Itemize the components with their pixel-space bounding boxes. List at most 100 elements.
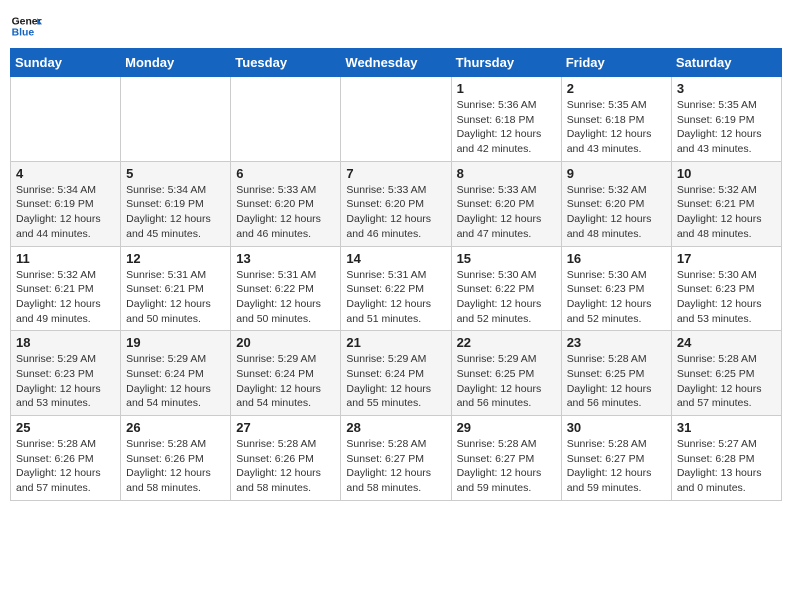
calendar-week-1: 1Sunrise: 5:36 AM Sunset: 6:18 PM Daylig… [11,77,782,162]
calendar-cell: 4 Sunrise: 5:34 AM Sunset: 6:19 PM Daylig… [11,161,121,246]
calendar-cell: 20 Sunrise: 5:29 AM Sunset: 6:24 PM Dayli… [231,331,341,416]
calendar-cell: 22 Sunrise: 5:29 AM Sunset: 6:25 PM Dayli… [451,331,561,416]
day-info: Sunrise: 5:29 AM Sunset: 6:23 PM Dayligh… [16,352,115,411]
calendar-cell: 15 Sunrise: 5:30 AM Sunset: 6:22 PM Dayli… [451,246,561,331]
day-number: 11 [16,251,115,266]
day-number: 17 [677,251,776,266]
day-info: Sunrise: 5:30 AM Sunset: 6:23 PM Dayligh… [677,268,776,327]
day-info: Sunrise: 5:32 AM Sunset: 6:20 PM Dayligh… [567,183,666,242]
weekday-header-saturday: Saturday [671,49,781,77]
page-header: General Blue [10,10,782,42]
day-info: Sunrise: 5:35 AM Sunset: 6:19 PM Dayligh… [677,98,776,157]
day-number: 7 [346,166,445,181]
calendar-cell: 13 Sunrise: 5:31 AM Sunset: 6:22 PM Dayli… [231,246,341,331]
calendar-cell: 14Sunrise: 5:31 AM Sunset: 6:22 PM Dayli… [341,246,451,331]
day-number: 30 [567,420,666,435]
weekday-header-wednesday: Wednesday [341,49,451,77]
weekday-header-thursday: Thursday [451,49,561,77]
logo: General Blue [10,10,42,42]
calendar-cell: 3 Sunrise: 5:35 AM Sunset: 6:19 PM Daylig… [671,77,781,162]
calendar-week-4: 18Sunrise: 5:29 AM Sunset: 6:23 PM Dayli… [11,331,782,416]
svg-text:Blue: Blue [12,28,35,39]
calendar-cell [11,77,121,162]
calendar-cell [341,77,451,162]
calendar-cell: 7 Sunrise: 5:33 AM Sunset: 6:20 PM Daylig… [341,161,451,246]
day-number: 4 [16,166,115,181]
day-info: Sunrise: 5:28 AM Sunset: 6:25 PM Dayligh… [677,352,776,411]
day-info: Sunrise: 5:29 AM Sunset: 6:25 PM Dayligh… [457,352,556,411]
day-number: 15 [457,251,556,266]
calendar-week-5: 25 Sunrise: 5:28 AM Sunset: 6:26 PM Dayli… [11,416,782,501]
day-info: Sunrise: 5:34 AM Sunset: 6:19 PM Dayligh… [16,183,115,242]
day-info: Sunrise: 5:30 AM Sunset: 6:23 PM Dayligh… [567,268,666,327]
day-number: 31 [677,420,776,435]
weekday-header-tuesday: Tuesday [231,49,341,77]
calendar-cell: 28 Sunrise: 5:28 AM Sunset: 6:27 PM Dayli… [341,416,451,501]
calendar-cell: 5Sunrise: 5:34 AM Sunset: 6:19 PM Daylig… [121,161,231,246]
day-number: 27 [236,420,335,435]
day-info: Sunrise: 5:30 AM Sunset: 6:22 PM Dayligh… [457,268,556,327]
calendar-cell: 23 Sunrise: 5:28 AM Sunset: 6:25 PM Dayli… [561,331,671,416]
day-info: Sunrise: 5:33 AM Sunset: 6:20 PM Dayligh… [236,183,335,242]
day-info: Sunrise: 5:28 AM Sunset: 6:26 PM Dayligh… [16,437,115,496]
day-info: Sunrise: 5:32 AM Sunset: 6:21 PM Dayligh… [677,183,776,242]
day-number: 10 [677,166,776,181]
day-number: 23 [567,335,666,350]
day-number: 1 [457,81,556,96]
day-info: Sunrise: 5:27 AM Sunset: 6:28 PM Dayligh… [677,437,776,496]
weekday-header-friday: Friday [561,49,671,77]
calendar-cell: 18Sunrise: 5:29 AM Sunset: 6:23 PM Dayli… [11,331,121,416]
calendar-cell [231,77,341,162]
calendar-cell: 6 Sunrise: 5:33 AM Sunset: 6:20 PM Daylig… [231,161,341,246]
calendar-cell: 16 Sunrise: 5:30 AM Sunset: 6:23 PM Dayli… [561,246,671,331]
calendar-cell [121,77,231,162]
day-number: 3 [677,81,776,96]
day-info: Sunrise: 5:29 AM Sunset: 6:24 PM Dayligh… [236,352,335,411]
day-info: Sunrise: 5:28 AM Sunset: 6:27 PM Dayligh… [346,437,445,496]
day-number: 28 [346,420,445,435]
calendar-cell: 27 Sunrise: 5:28 AM Sunset: 6:26 PM Dayli… [231,416,341,501]
day-info: Sunrise: 5:31 AM Sunset: 6:22 PM Dayligh… [236,268,335,327]
day-info: Sunrise: 5:28 AM Sunset: 6:27 PM Dayligh… [457,437,556,496]
day-number: 24 [677,335,776,350]
day-number: 16 [567,251,666,266]
day-number: 14 [346,251,445,266]
day-number: 26 [126,420,225,435]
calendar-table: SundayMondayTuesdayWednesdayThursdayFrid… [10,48,782,501]
day-info: Sunrise: 5:32 AM Sunset: 6:21 PM Dayligh… [16,268,115,327]
calendar-cell: 9 Sunrise: 5:32 AM Sunset: 6:20 PM Daylig… [561,161,671,246]
calendar-cell: 11 Sunrise: 5:32 AM Sunset: 6:21 PM Dayli… [11,246,121,331]
day-number: 21 [346,335,445,350]
weekday-header-sunday: Sunday [11,49,121,77]
day-info: Sunrise: 5:35 AM Sunset: 6:18 PM Dayligh… [567,98,666,157]
day-number: 8 [457,166,556,181]
day-number: 9 [567,166,666,181]
day-info: Sunrise: 5:28 AM Sunset: 6:25 PM Dayligh… [567,352,666,411]
day-number: 6 [236,166,335,181]
calendar-cell: 25 Sunrise: 5:28 AM Sunset: 6:26 PM Dayli… [11,416,121,501]
day-number: 25 [16,420,115,435]
day-info: Sunrise: 5:28 AM Sunset: 6:26 PM Dayligh… [236,437,335,496]
day-number: 29 [457,420,556,435]
day-number: 22 [457,335,556,350]
day-info: Sunrise: 5:34 AM Sunset: 6:19 PM Dayligh… [126,183,225,242]
day-info: Sunrise: 5:33 AM Sunset: 6:20 PM Dayligh… [346,183,445,242]
calendar-cell: 1Sunrise: 5:36 AM Sunset: 6:18 PM Daylig… [451,77,561,162]
calendar-cell: 19Sunrise: 5:29 AM Sunset: 6:24 PM Dayli… [121,331,231,416]
logo-icon: General Blue [10,10,42,42]
day-number: 13 [236,251,335,266]
day-info: Sunrise: 5:29 AM Sunset: 6:24 PM Dayligh… [346,352,445,411]
calendar-cell: 26 Sunrise: 5:28 AM Sunset: 6:26 PM Dayli… [121,416,231,501]
day-info: Sunrise: 5:28 AM Sunset: 6:26 PM Dayligh… [126,437,225,496]
day-info: Sunrise: 5:31 AM Sunset: 6:21 PM Dayligh… [126,268,225,327]
day-number: 20 [236,335,335,350]
calendar-cell: 8Sunrise: 5:33 AM Sunset: 6:20 PM Daylig… [451,161,561,246]
calendar-cell: 12Sunrise: 5:31 AM Sunset: 6:21 PM Dayli… [121,246,231,331]
day-info: Sunrise: 5:29 AM Sunset: 6:24 PM Dayligh… [126,352,225,411]
calendar-cell: 10 Sunrise: 5:32 AM Sunset: 6:21 PM Dayli… [671,161,781,246]
weekday-header-monday: Monday [121,49,231,77]
calendar-cell: 21 Sunrise: 5:29 AM Sunset: 6:24 PM Dayli… [341,331,451,416]
calendar-cell: 30Sunrise: 5:28 AM Sunset: 6:27 PM Dayli… [561,416,671,501]
day-number: 2 [567,81,666,96]
calendar-cell: 2 Sunrise: 5:35 AM Sunset: 6:18 PM Daylig… [561,77,671,162]
